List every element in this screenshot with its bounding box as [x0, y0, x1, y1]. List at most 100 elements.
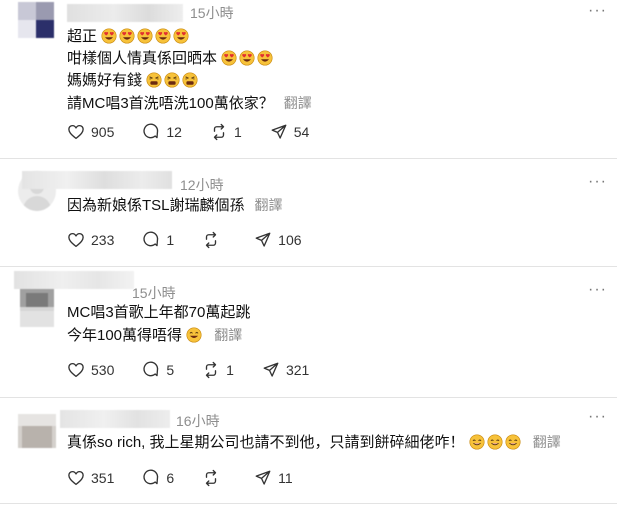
translate-link[interactable]: 翻譯: [255, 197, 283, 213]
smiling-face-emoji: [505, 434, 521, 450]
repost-count: 1: [226, 362, 234, 378]
repost-icon: [202, 361, 220, 379]
post-time: 15小時: [190, 5, 234, 21]
repost-button[interactable]: [202, 469, 226, 487]
avatar[interactable]: [18, 414, 56, 448]
repost-button[interactable]: [202, 231, 226, 249]
share-button[interactable]: 54: [270, 123, 310, 141]
heart-icon: [67, 469, 85, 487]
translate-link[interactable]: 翻譯: [284, 95, 312, 111]
heart-eyes-emoji: [137, 28, 153, 44]
repost-icon: [202, 469, 220, 487]
comment-line: 請MC唱3首洗唔洗100萬依家？: [67, 95, 274, 112]
send-icon: [254, 231, 272, 249]
action-bar: 233 1 106: [67, 230, 330, 250]
username[interactable]: [60, 410, 170, 428]
comment-text: 因為新娘係TSL謝瑞麟個孫 翻譯: [67, 194, 283, 216]
like-button[interactable]: 351: [67, 469, 114, 487]
action-bar: 351 6 11: [67, 468, 321, 488]
share-count: 321: [285, 362, 310, 378]
reply-button[interactable]: 6: [142, 469, 174, 487]
like-count: 905: [91, 124, 115, 140]
reply-count: 12: [166, 124, 182, 140]
translate-link[interactable]: 翻譯: [214, 327, 242, 343]
translate-link[interactable]: 翻譯: [533, 434, 561, 450]
like-count: 351: [91, 470, 115, 486]
action-bar: 905 12 1 54: [67, 122, 337, 142]
username[interactable]: [67, 4, 183, 22]
repost-icon: [210, 123, 228, 141]
post-time: 12小時: [180, 177, 224, 193]
comment-1: 15小時 ··· 超正 咁樣個人情真係回晒本 媽媽好有錢 請MC唱3首洗唔洗10…: [0, 0, 617, 158]
speech-bubble-icon: [142, 231, 160, 249]
send-icon: [254, 469, 272, 487]
comment-line: 咁樣個人情真係回晒本: [67, 50, 218, 67]
comment-line: 超正: [67, 28, 98, 45]
reply-button[interactable]: 5: [142, 361, 174, 379]
comment-3: 15小時 ··· MC唱3首歌上年都70萬起跳 今年100萬得唔得 翻譯 530…: [0, 267, 617, 397]
heart-eyes-emoji: [257, 50, 273, 66]
username[interactable]: [14, 271, 134, 289]
avatar[interactable]: [18, 2, 54, 38]
more-options-button[interactable]: ···: [588, 173, 607, 191]
comment-text: 真係so rich, 我上星期公司也請不到他，只請到餅碎細佬咋！ 翻譯: [67, 431, 561, 453]
heart-eyes-emoji: [239, 50, 255, 66]
repost-button[interactable]: 1: [202, 361, 234, 379]
like-button[interactable]: 905: [67, 123, 114, 141]
heart-eyes-emoji: [119, 28, 135, 44]
comment-text: 超正 咁樣個人情真係回晒本 媽媽好有錢 請MC唱3首洗唔洗100萬依家？ 翻譯: [67, 26, 312, 114]
reply-button[interactable]: 12: [142, 123, 182, 141]
heart-eyes-emoji: [101, 28, 117, 44]
heart-icon: [67, 361, 85, 379]
send-icon: [262, 361, 280, 379]
share-count: 11: [278, 470, 293, 486]
username[interactable]: [22, 171, 172, 189]
more-options-button[interactable]: ···: [588, 408, 607, 426]
comment-2: 12小時 ··· 因為新娘係TSL謝瑞麟個孫 翻譯 233 1 106: [0, 159, 617, 266]
tired-face-emoji: [146, 72, 162, 88]
like-count: 530: [91, 362, 115, 378]
reply-button[interactable]: 1: [142, 231, 174, 249]
heart-eyes-emoji: [155, 28, 171, 44]
post-time: 15小時: [132, 285, 176, 301]
comment-line: 因為新娘係TSL謝瑞麟個孫: [67, 197, 245, 214]
smiling-face-emoji: [469, 434, 485, 450]
speech-bubble-icon: [142, 469, 160, 487]
share-count: 106: [278, 232, 302, 248]
divider: [0, 503, 617, 504]
tired-face-emoji: [164, 72, 180, 88]
send-icon: [270, 123, 288, 141]
repost-button[interactable]: 1: [210, 123, 242, 141]
reply-count: 5: [166, 362, 175, 378]
like-button[interactable]: 233: [67, 231, 114, 249]
more-options-button[interactable]: ···: [588, 2, 607, 20]
share-button[interactable]: 11: [254, 469, 293, 487]
smiling-face-emoji: [487, 434, 503, 450]
post-time: 16小時: [176, 413, 220, 429]
comment-line: 媽媽好有錢: [67, 72, 143, 89]
grinning-face-emoji: [186, 327, 202, 343]
heart-icon: [67, 231, 85, 249]
heart-eyes-emoji: [221, 50, 237, 66]
repost-count: 1: [233, 124, 242, 140]
speech-bubble-icon: [142, 123, 160, 141]
tired-face-emoji: [182, 72, 198, 88]
heart-eyes-emoji: [173, 28, 189, 44]
comment-text: MC唱3首歌上年都70萬起跳 今年100萬得唔得 翻譯: [67, 302, 250, 346]
like-button[interactable]: 530: [67, 361, 114, 379]
speech-bubble-icon: [142, 361, 160, 379]
share-count: 54: [293, 124, 310, 140]
share-button[interactable]: 106: [254, 231, 302, 249]
comment-line: 真係so rich, 我上星期公司也請不到他，只請到餅碎細佬咋！: [67, 434, 465, 451]
comment-line: 今年100萬得唔得: [67, 327, 183, 344]
repost-icon: [202, 231, 220, 249]
heart-icon: [67, 123, 85, 141]
more-options-button[interactable]: ···: [588, 281, 607, 299]
avatar[interactable]: [20, 287, 54, 327]
comment-4: 16小時 ··· 真係so rich, 我上星期公司也請不到他，只請到餅碎細佬咋…: [0, 398, 617, 509]
like-count: 233: [91, 232, 115, 248]
share-button[interactable]: 321: [262, 361, 309, 379]
reply-count: 6: [166, 470, 175, 486]
comment-line: MC唱3首歌上年都70萬起跳: [67, 304, 251, 321]
reply-count: 1: [166, 232, 175, 248]
